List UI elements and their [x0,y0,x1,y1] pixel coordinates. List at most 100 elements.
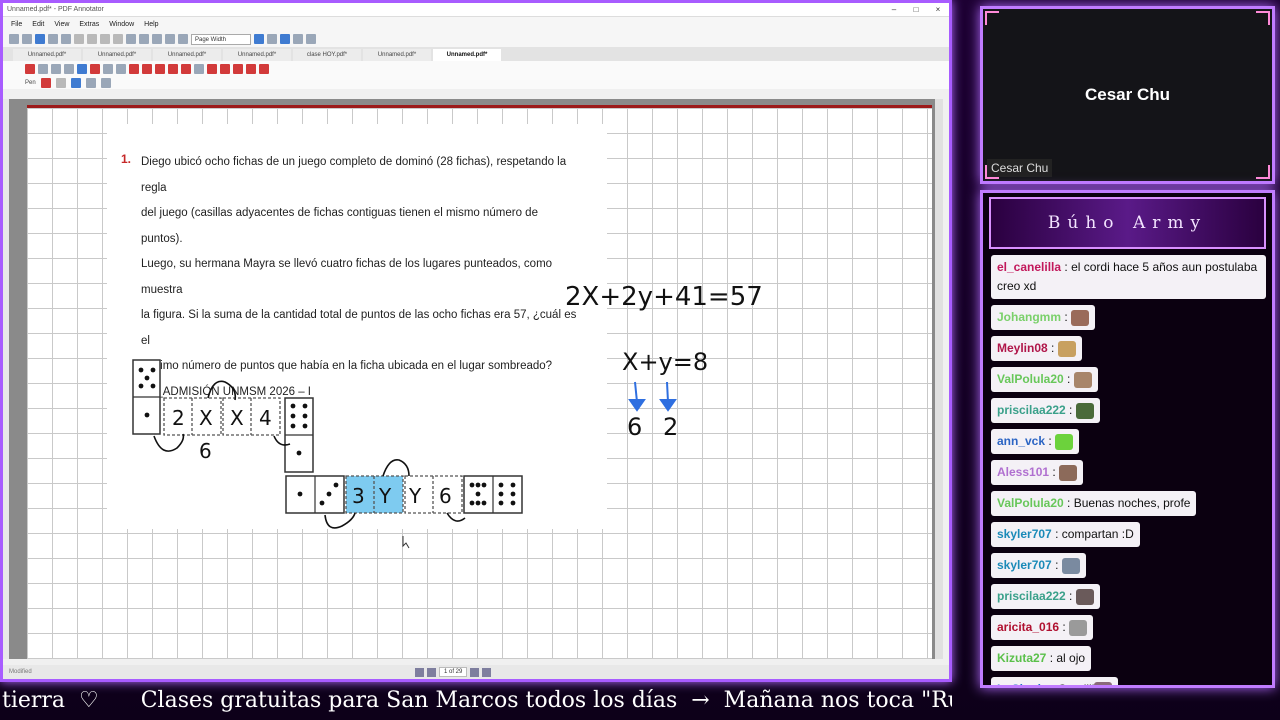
maximize-button[interactable]: □ [905,5,927,14]
first-page-icon[interactable] [415,667,424,677]
chat-emote-icon [1055,433,1074,450]
page-indicator[interactable]: 1 of 29 [439,667,468,677]
zoom-in-icon[interactable] [178,34,188,44]
image-tool-icon[interactable] [194,64,204,74]
stamp-tool-icon[interactable] [181,64,191,74]
zoom-select[interactable]: Page Width [191,33,251,45]
chat-username[interactable]: ValPolula20 [997,496,1064,510]
chat-separator: : [1051,558,1062,572]
tab-document-1[interactable]: Unnamed.pdf* [13,49,81,61]
tab-clase-hoy[interactable]: clase HOY.pdf* [293,49,361,61]
eraser-icon[interactable] [103,64,113,74]
text-select-icon[interactable] [51,64,61,74]
pen-snap-icon[interactable] [100,78,111,88]
chat-username[interactable]: Aless101 [997,465,1049,479]
chat-username[interactable]: Kizuta27 [997,651,1046,665]
lasso-icon[interactable] [207,64,217,74]
mouse-cursor-icon [402,536,410,549]
document-viewport[interactable]: 1. Diego ubicó ocho fichas de un juego c… [9,99,939,659]
menu-window[interactable]: Window [109,21,134,28]
print-icon[interactable] [61,34,71,44]
menu-edit[interactable]: Edit [32,21,44,28]
fit-page-icon[interactable] [254,34,264,44]
chat-username[interactable]: priscilaa222 [997,589,1066,603]
new-icon[interactable] [9,34,19,44]
cut-icon[interactable] [74,34,84,44]
chat-username[interactable]: Meylin08 [997,341,1048,355]
pin-icon[interactable] [246,64,256,74]
chat-message-row: skyler707 : compartan :D [991,522,1271,553]
select-tool-icon[interactable] [25,64,35,74]
domino-figure: 2 X X 4 6 3 Y Y 6 2X+2y+41=57 X+y=8 6 2 [132,282,763,549]
tab-document-active[interactable]: Unnamed.pdf* [433,49,501,61]
chat-message-row: ValPolula20 : [991,367,1271,398]
chat-text: compartan :D [1061,527,1134,541]
chat-message: LuShady : Omaiiii [991,677,1119,685]
tab-document-2[interactable]: Unnamed.pdf* [83,49,151,61]
crop-icon[interactable] [233,64,243,74]
chat-username[interactable]: LuShady [997,682,1048,685]
highlighter-icon[interactable] [90,64,100,74]
pen-shape-icon[interactable] [85,78,96,88]
chat-username[interactable]: Johangmm [997,310,1061,324]
open-icon[interactable] [22,34,32,44]
paste-icon[interactable] [100,34,110,44]
tab-document-4[interactable]: Unnamed.pdf* [223,49,291,61]
menu-extras[interactable]: Extras [79,21,99,28]
pdf-annotator-window: Unnamed.pdf* - PDF Annotator – □ × File … [0,0,952,682]
chat-username[interactable]: ValPolula20 [997,372,1064,386]
ellipse-tool-icon[interactable] [168,64,178,74]
menu-file[interactable]: File [11,21,22,28]
chat-message: el_canelilla : el cordi hace 5 años aun … [991,255,1266,299]
chat-username[interactable]: aricita_016 [997,620,1059,634]
delete-icon[interactable] [113,34,123,44]
zoom-tool-icon[interactable] [64,64,74,74]
tab-document-6[interactable]: Unnamed.pdf* [363,49,431,61]
pen-width-icon[interactable] [70,78,81,88]
chat-username[interactable]: skyler707 [997,558,1052,572]
chat-message: aricita_016 : [991,615,1094,640]
chat-username[interactable]: priscilaa222 [997,403,1066,417]
document-tabs: Unnamed.pdf* Unnamed.pdf* Unnamed.pdf* U… [3,47,949,61]
tab-document-3[interactable]: Unnamed.pdf* [153,49,221,61]
redo-icon[interactable] [152,34,162,44]
pen-color-icon[interactable] [40,78,51,88]
magnifier-icon[interactable] [220,64,230,74]
last-page-icon[interactable] [482,667,492,677]
pen-tool-icon[interactable] [77,64,87,74]
label-6-top: 6 [199,439,212,463]
copy-icon[interactable] [87,34,97,44]
zoom-out-icon[interactable] [165,34,175,44]
menu-view[interactable]: View [54,21,69,28]
pdf-page[interactable]: 1. Diego ubicó ocho fichas de un juego c… [27,105,932,659]
text-tool-icon[interactable] [116,64,126,74]
modified-status: Modified [9,669,32,675]
line-style-icon[interactable] [55,78,66,88]
single-page-icon[interactable] [280,34,290,44]
next-page-icon[interactable] [470,667,480,677]
menu-help[interactable]: Help [144,21,158,28]
fit-width-icon[interactable] [267,34,277,44]
close-button[interactable]: × [927,5,949,14]
favorite-icon[interactable] [259,64,269,74]
rotate-icon[interactable] [306,34,316,44]
save-all-icon[interactable] [48,34,58,44]
label-2: 2 [172,406,185,430]
prev-page-icon[interactable] [427,667,436,677]
minimize-button[interactable]: – [883,5,905,14]
chat-username[interactable]: skyler707 [997,527,1052,541]
chat-username[interactable]: el_canelilla [997,260,1061,274]
save-icon[interactable] [35,34,45,44]
find-icon[interactable] [126,34,136,44]
line-tool-icon[interactable] [129,64,139,74]
chat-title: Búho Army [1047,213,1208,233]
two-page-icon[interactable] [293,34,303,44]
rectangle-tool-icon[interactable] [155,64,165,74]
undo-icon[interactable] [139,34,149,44]
hand-tool-icon[interactable] [38,64,48,74]
webcam-panel: Cesar Chu Cesar Chu [980,6,1275,184]
chat-username[interactable]: ann_vck [997,434,1045,448]
vertical-scrollbar[interactable] [935,99,943,659]
arrow-tool-icon[interactable] [142,64,152,74]
corner-ornament [1256,11,1270,25]
